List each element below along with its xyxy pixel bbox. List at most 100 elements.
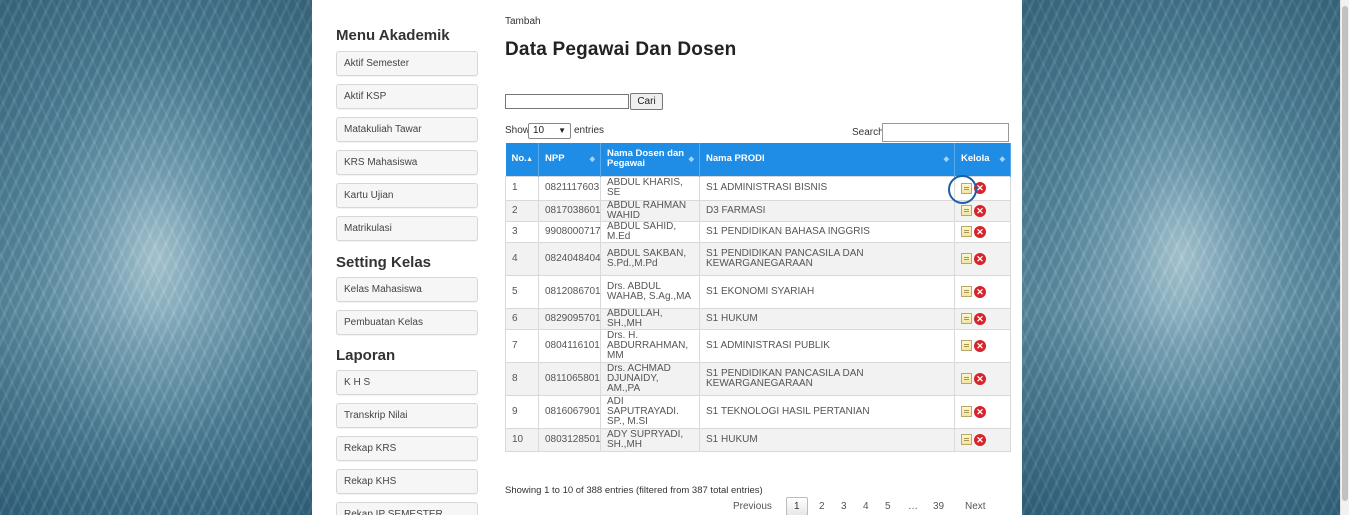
cell-kelola: ✕ xyxy=(954,307,1011,330)
edit-icon[interactable] xyxy=(961,253,972,264)
edit-icon[interactable] xyxy=(961,313,972,324)
cell-prodi: S1 PENDIDIKAN BAHASA INGGRIS xyxy=(699,220,955,243)
cell-no: 6 xyxy=(505,307,539,330)
show-label: Show xyxy=(505,125,531,136)
table-info: Showing 1 to 10 of 388 entries (filtered… xyxy=(505,485,763,496)
column-header-kelola[interactable]: Kelola ◆ xyxy=(954,143,1011,176)
cell-no: 8 xyxy=(505,361,539,396)
sort-icon: ◆ xyxy=(999,156,1005,163)
sidebar-item-krs-mahasiswa[interactable]: KRS Mahasiswa xyxy=(336,150,478,175)
table-row: 2 0817038601 ABDUL RAHMAN WAHID D3 FARMASI ✕ xyxy=(505,199,1011,222)
cell-prodi: S1 TEKNOLOGI HASIL PERTANIAN xyxy=(699,394,955,429)
sidebar-item-rekap-ip-semester[interactable]: Rekap IP SEMESTER xyxy=(336,502,478,515)
sidebar-item-transkrip-nilai[interactable]: Transkrip Nilai xyxy=(336,403,478,428)
column-header-npp-label: NPP xyxy=(545,153,565,165)
table-row: 4 0824048404 ABDUL SAKBAN, S.Pd.,M.Pd S1 PE… xyxy=(505,241,1011,276)
sidebar-item-rekap-krs[interactable]: Rekap KRS xyxy=(336,436,478,461)
cell-kelola: ✕ xyxy=(954,274,1011,309)
pagination-page-2[interactable]: 2 xyxy=(819,501,825,512)
edit-icon[interactable] xyxy=(961,434,972,445)
pagination-ellipsis: … xyxy=(908,501,918,512)
pagination-page-4[interactable]: 4 xyxy=(863,501,869,512)
cell-kelola: ✕ xyxy=(954,241,1011,276)
table-row: 9 0816067901 ADI SAPUTRAYADI. SP., M.SI S1 … xyxy=(505,394,1011,429)
sidebar-item-rekap-khs[interactable]: Rekap KHS xyxy=(336,469,478,494)
search-input[interactable] xyxy=(505,94,629,109)
scrollbar-thumb[interactable] xyxy=(1342,6,1348,501)
sidebar-item-khs[interactable]: K H S xyxy=(336,370,478,395)
sidebar-item-matrikulasi[interactable]: Matrikulasi xyxy=(336,216,478,241)
edit-icon[interactable] xyxy=(961,286,972,297)
table-row: 10 0803128501 ADY SUPRYADI, SH.,MH S1 HUKUM… xyxy=(505,427,1011,452)
delete-icon[interactable]: ✕ xyxy=(974,312,986,325)
table-row: 5 0812086701 Drs. ABDUL WAHAB, S.Ag.,MA S1 … xyxy=(505,274,1011,309)
delete-icon[interactable]: ✕ xyxy=(974,433,986,446)
delete-icon[interactable]: ✕ xyxy=(974,204,986,217)
pagination-next[interactable]: Next xyxy=(965,501,986,512)
table-row: 1 0821117603 ABDUL KHARIS, SE S1 ADMINISTRA… xyxy=(505,175,1011,201)
cell-nama: Drs. ACHMAD DJUNAIDY, AM.,PA xyxy=(600,361,700,396)
entries-select[interactable]: 10 ▼ xyxy=(528,123,571,139)
cell-prodi: S1 PENDIDIKAN PANCASILA DAN KEWARGANEGAR… xyxy=(699,361,955,396)
sidebar-item-pembuatan-kelas[interactable]: Pembuatan Kelas xyxy=(336,310,478,335)
column-header-nama[interactable]: Nama Dosen dan Pegawai ◆ xyxy=(600,143,700,176)
cell-nama: Drs. ABDUL WAHAB, S.Ag.,MA xyxy=(600,274,700,309)
tambah-link[interactable]: Tambah xyxy=(505,16,541,27)
page-scrollbar[interactable] xyxy=(1340,0,1349,515)
sidebar-item-aktif-ksp[interactable]: Aktif KSP xyxy=(336,84,478,109)
delete-icon[interactable]: ✕ xyxy=(974,225,986,238)
delete-icon[interactable]: ✕ xyxy=(974,405,986,418)
sort-icon: ◆ xyxy=(589,156,595,163)
cell-npp: 0816067901 xyxy=(538,394,601,429)
edit-icon[interactable] xyxy=(961,373,972,384)
pagination-previous[interactable]: Previous xyxy=(733,501,772,512)
pagination-page-5[interactable]: 5 xyxy=(885,501,891,512)
chevron-down-icon: ▼ xyxy=(558,126,566,135)
table-search-input[interactable] xyxy=(882,123,1009,142)
cell-kelola: ✕ xyxy=(954,220,1011,243)
cell-no: 7 xyxy=(505,328,539,363)
edit-icon[interactable] xyxy=(961,406,972,417)
sidebar-item-kartu-ujian[interactable]: Kartu Ujian xyxy=(336,183,478,208)
sort-icon: ◆ xyxy=(688,156,694,163)
sidebar-item-matakuliah-tawar[interactable]: Matakuliah Tawar xyxy=(336,117,478,142)
sidebar-item-kelas-mahasiswa[interactable]: Kelas Mahasiswa xyxy=(336,277,478,302)
edit-icon[interactable] xyxy=(961,340,972,351)
cell-prodi: S1 HUKUM xyxy=(699,427,955,452)
cell-nama: ABDUL SAHID, M.Ed xyxy=(600,220,700,243)
entries-label: entries xyxy=(574,125,605,136)
section-title-laporan: Laporan xyxy=(336,347,396,364)
cell-npp: 0821117603 xyxy=(538,175,601,201)
pagination-page-1[interactable]: 1 xyxy=(786,497,808,515)
cell-no: 9 xyxy=(505,394,539,429)
delete-icon[interactable]: ✕ xyxy=(974,285,986,298)
page-title: Data Pegawai Dan Dosen xyxy=(505,39,737,60)
sidebar-item-aktif-semester[interactable]: Aktif Semester xyxy=(336,51,478,76)
section-title-setting-kelas: Setting Kelas xyxy=(336,254,432,271)
pagination-page-last[interactable]: 39 xyxy=(933,501,944,512)
cell-prodi: D3 FARMASI xyxy=(699,199,955,222)
edit-icon[interactable] xyxy=(961,205,972,216)
cell-npp: 0804116101 xyxy=(538,328,601,363)
delete-icon[interactable]: ✕ xyxy=(974,372,986,385)
cell-nama: Drs. H. ABDURRAHMAN, MM xyxy=(600,328,700,363)
cell-no: 2 xyxy=(505,199,539,222)
column-header-npp[interactable]: NPP ◆ xyxy=(538,143,601,176)
pagination-page-3[interactable]: 3 xyxy=(841,501,847,512)
cell-prodi: S1 PENDIDIKAN PANCASILA DAN KEWARGANEGAR… xyxy=(699,241,955,276)
delete-icon[interactable]: ✕ xyxy=(974,339,986,352)
cell-prodi: S1 ADMINISTRASI PUBLIK xyxy=(699,328,955,363)
column-header-prodi[interactable]: Nama PRODI ◆ xyxy=(699,143,955,176)
column-header-no[interactable]: No. ▲ xyxy=(505,143,539,176)
cell-npp: 0803128501 xyxy=(538,427,601,452)
cari-button[interactable]: Cari xyxy=(630,93,663,110)
cell-nama: ABDULLAH, SH.,MH xyxy=(600,307,700,330)
cell-prodi: S1 ADMINISTRASI BISNIS xyxy=(699,175,955,201)
cell-nama: ABDUL KHARIS, SE xyxy=(600,175,700,201)
cell-no: 3 xyxy=(505,220,539,243)
delete-icon[interactable]: ✕ xyxy=(974,252,986,265)
column-header-prodi-label: Nama PRODI xyxy=(706,153,765,165)
cell-nama: ADI SAPUTRAYADI. SP., M.SI xyxy=(600,394,700,429)
edit-icon[interactable] xyxy=(961,226,972,237)
cell-nama: ABDUL RAHMAN WAHID xyxy=(600,199,700,222)
